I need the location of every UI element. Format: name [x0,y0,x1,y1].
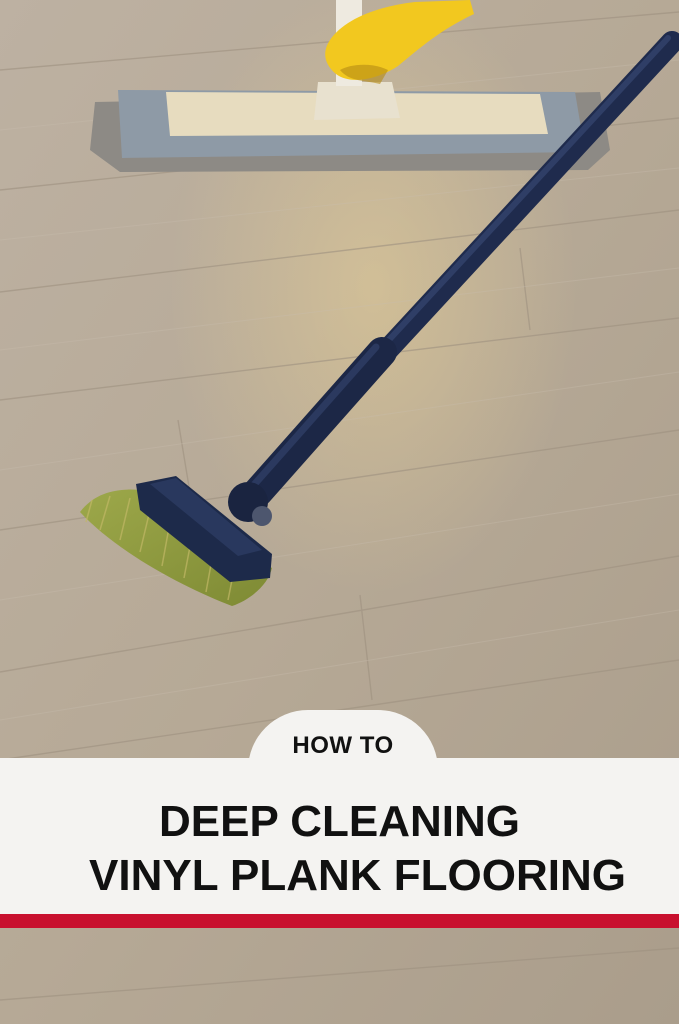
kicker-text: HOW TO [292,732,394,759]
title-line-2: VINYL PLANK FLOORING [89,851,626,900]
accent-underline [0,914,679,928]
title-line-1: DEEP CLEANING [158,797,521,846]
